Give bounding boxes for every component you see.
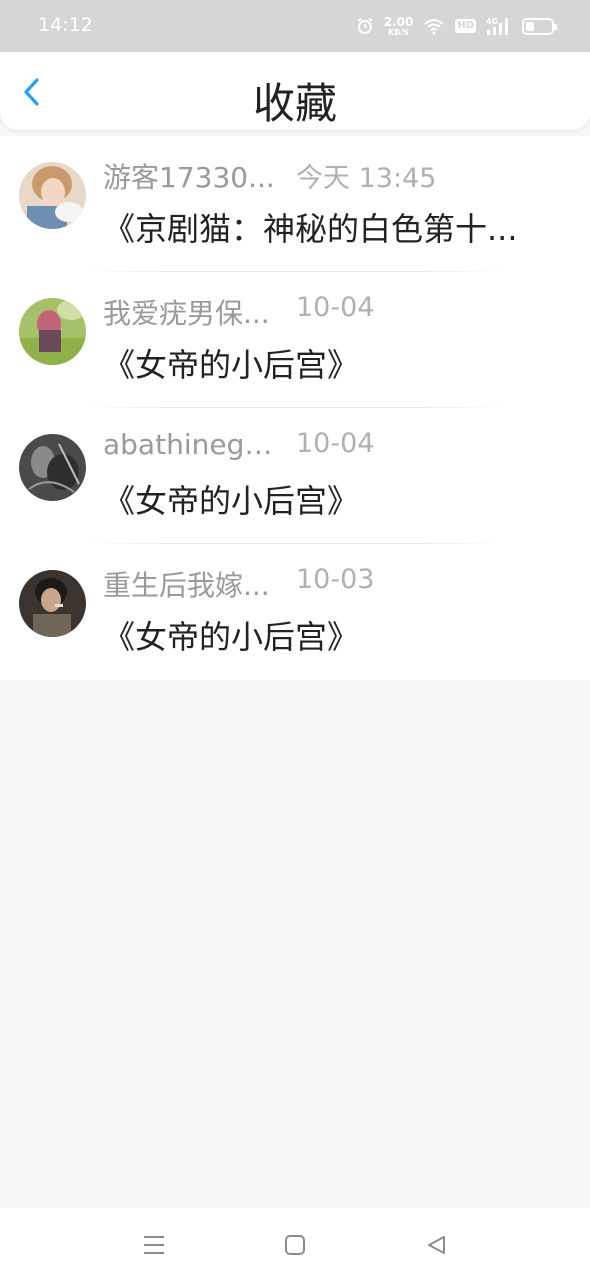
- signal-label: 4G: [486, 17, 498, 26]
- favorite-item[interactable]: 重生后我嫁... 10-03 《女帝的小后宫》: [0, 544, 590, 680]
- net-speed-unit: KB/S: [388, 27, 410, 37]
- back-nav-button[interactable]: [421, 1230, 451, 1260]
- avatar[interactable]: [19, 434, 86, 501]
- user-name: 游客17330...: [103, 161, 275, 194]
- back-triangle-icon: [428, 1236, 445, 1254]
- avatar[interactable]: [19, 570, 86, 637]
- novel-title: 《京剧猫：神秘的白色第十...: [103, 210, 518, 248]
- signal-4g-icon: 4G: [486, 17, 508, 35]
- favorite-item[interactable]: 我爱疣男保... 10-04 《女帝的小后宫》: [0, 272, 590, 408]
- status-time: 14:12: [38, 14, 93, 36]
- net-speed: 2.00 KB/S: [384, 16, 414, 37]
- page-title: 收藏: [252, 79, 337, 128]
- favorite-time: 10-03: [296, 564, 375, 595]
- navigation-bar: [0, 1208, 590, 1280]
- home-button[interactable]: [280, 1230, 310, 1260]
- favorite-item[interactable]: 游客17330... 今天 13:45 《京剧猫：神秘的白色第十...: [0, 136, 590, 272]
- avatar[interactable]: [19, 162, 86, 229]
- net-speed-value: 2.00: [383, 14, 414, 29]
- novel-title: 《女帝的小后宫》: [103, 346, 360, 384]
- user-name: 我爱疣男保...: [103, 297, 270, 330]
- favorite-time: 今天 13:45: [296, 163, 437, 194]
- novel-title: 《女帝的小后宫》: [103, 482, 360, 520]
- favorite-time: 10-04: [296, 292, 375, 323]
- screen: 14:12 2.00 KB/S HD 4G 收藏 游客17330... 今天 1…: [0, 0, 590, 1280]
- menu-icon: [144, 1236, 164, 1254]
- favorite-item[interactable]: abathinega... 10-04 《女帝的小后宫》: [0, 408, 590, 544]
- user-name: abathinega...: [103, 428, 281, 461]
- favorite-time: 10-04: [296, 428, 375, 459]
- user-name: 重生后我嫁...: [103, 569, 270, 602]
- header: 收藏: [0, 52, 590, 130]
- home-square-icon: [285, 1235, 305, 1255]
- menu-button[interactable]: [139, 1230, 169, 1260]
- wifi-icon: [424, 19, 444, 35]
- avatar[interactable]: [19, 298, 86, 365]
- favorites-list: 游客17330... 今天 13:45 《京剧猫：神秘的白色第十... 我爱疣男…: [0, 136, 590, 680]
- hd-icon: HD: [455, 19, 476, 33]
- novel-title: 《女帝的小后宫》: [103, 618, 360, 656]
- battery-icon: [522, 17, 557, 35]
- status-icons: 2.00 KB/S HD 4G: [346, 13, 557, 39]
- alarm-icon: [357, 17, 373, 34]
- status-bar: 14:12 2.00 KB/S HD 4G: [0, 0, 590, 52]
